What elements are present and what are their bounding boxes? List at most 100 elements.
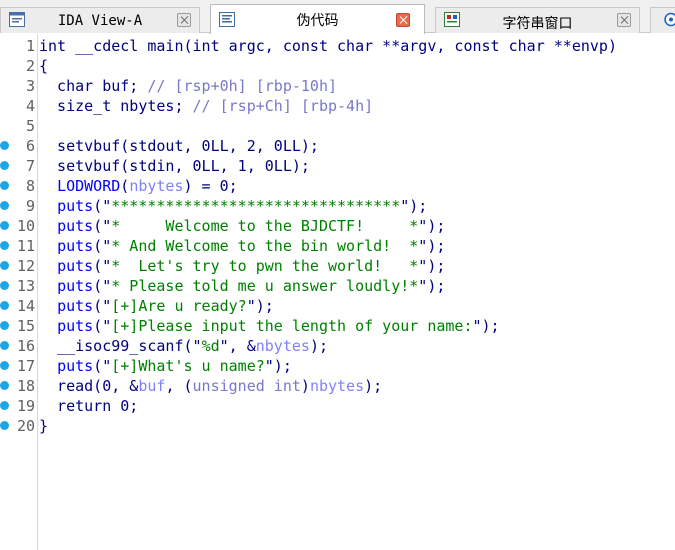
code-line[interactable]: 20} (0, 416, 675, 436)
code-text: puts("[+]Are u ready?"); (39, 296, 274, 316)
code-text: { (39, 56, 48, 76)
code-line[interactable]: 18 read(0, &buf, (unsigned int)nbytes); (0, 376, 675, 396)
code-text: } (39, 416, 48, 436)
code-token: "); (246, 297, 274, 315)
code-token: int __cdecl main(int argc, const char **… (39, 37, 617, 55)
code-line[interactable]: 5 (0, 116, 675, 136)
code-token: { (39, 57, 49, 75)
code-token: (" (93, 317, 112, 335)
code-line[interactable]: 2{ (0, 56, 675, 76)
tab-pseudocode[interactable]: 伪代码 (210, 4, 425, 34)
code-line[interactable]: 17 puts("[+]What's u name?"); (0, 356, 675, 376)
tab-label: IDA View-A (57, 13, 143, 29)
code-text: puts("[+]Please input the length of your… (39, 316, 500, 336)
code-line[interactable]: 19 return 0; (0, 396, 675, 416)
code-token: read(0, & (39, 377, 139, 395)
code-token: (" (93, 357, 112, 375)
line-number: 20 (16, 417, 35, 435)
code-token: * Welcome to the BJDCTF! * (111, 217, 419, 235)
code-text: setvbuf(stdin, 0LL, 1, 0LL); (39, 156, 310, 176)
code-token: nbytes (309, 377, 365, 395)
code-text: setvbuf(stdout, 0LL, 2, 0LL); (39, 136, 319, 156)
line-number: 17 (16, 357, 35, 375)
tab-label: 字符串窗口 (502, 16, 573, 32)
code-line[interactable]: 6 setvbuf(stdout, 0LL, 2, 0LL); (0, 136, 675, 156)
code-token: ) (300, 377, 310, 395)
tab-ida-view-a[interactable]: IDA View-A (0, 7, 200, 33)
code-token: size_t nbytes; (39, 97, 193, 115)
pseudocode-editor[interactable]: 1 int __cdecl main(int argc, const char *… (0, 34, 675, 550)
code-text: puts("* Welcome to the BJDCTF! *"); (39, 216, 445, 236)
code-token: ); (364, 377, 383, 395)
line-number: 16 (16, 337, 35, 355)
code-token: "); (418, 277, 446, 295)
code-token: char buf; (39, 77, 148, 95)
code-token: (" (93, 237, 112, 255)
code-token: [+]Please input the length of your name: (111, 317, 473, 335)
code-token: ); (309, 337, 328, 355)
code-line[interactable]: 13 puts("* Please told me u answer loudl… (0, 276, 675, 296)
code-token: unsigned int (192, 377, 301, 395)
code-line[interactable]: 9 puts("********************************… (0, 196, 675, 216)
code-token: ******************************** (111, 197, 401, 215)
code-token: LODWORD (57, 177, 121, 195)
code-token: "); (418, 237, 446, 255)
code-line[interactable]: 11 puts("* And Welcome to the bin world!… (0, 236, 675, 256)
line-number: 10 (16, 217, 35, 235)
tab-overflow[interactable] (650, 7, 675, 33)
line-number: 18 (16, 377, 35, 395)
line-number: 7 (25, 157, 35, 175)
code-line[interactable]: 16 __isoc99_scanf("%d", &nbytes); (0, 336, 675, 356)
code-line[interactable]: 12 puts("* Let's try to pwn the world! *… (0, 256, 675, 276)
code-token: * Please told me u answer loudly!* (111, 277, 419, 295)
code-token: "); (472, 317, 500, 335)
line-number: 11 (16, 237, 35, 255)
code-text: puts("[+]What's u name?"); (39, 356, 292, 376)
code-line[interactable]: 7 setvbuf(stdin, 0LL, 1, 0LL); (0, 156, 675, 176)
code-text: puts("* Please told me u answer loudly!*… (39, 276, 445, 296)
code-line[interactable]: 10 puts("* Welcome to the BJDCTF! *"); (0, 216, 675, 236)
code-text: puts("* And Welcome to the bin world! *"… (39, 236, 445, 256)
code-token: [+]What's u name? (111, 357, 265, 375)
code-line[interactable]: 3 char buf; // [rsp+0h] [rbp-10h] (0, 76, 675, 96)
code-token: , ( (165, 377, 193, 395)
code-token: [+]Are u ready? (111, 297, 247, 315)
close-icon[interactable] (617, 13, 631, 27)
code-token: "); (400, 197, 428, 215)
code-token: nbytes (255, 337, 310, 355)
line-number: 3 (25, 77, 35, 95)
code-text: __isoc99_scanf("%d", &nbytes); (39, 336, 328, 356)
code-line[interactable]: 14 puts("[+]Are u ready?"); (0, 296, 675, 316)
code-token: (" (93, 257, 112, 275)
code-line[interactable]: 4 size_t nbytes; // [rsp+Ch] [rbp-4h] (0, 96, 675, 116)
code-text: read(0, &buf, (unsigned int)nbytes); (39, 376, 382, 396)
code-token: (" (93, 297, 112, 315)
code-token: (" (93, 197, 112, 215)
code-token: * And Welcome to the bin world! * (111, 237, 419, 255)
tab-strings-window[interactable]: 字符串窗口 (435, 7, 640, 33)
code-line[interactable]: 15 puts("[+]Please input the length of y… (0, 316, 675, 336)
code-token: puts (57, 357, 94, 375)
code-token: puts (57, 277, 94, 295)
code-token: ( (120, 177, 130, 195)
close-icon[interactable] (177, 13, 191, 27)
code-token: return 0; (39, 397, 139, 415)
line-number: 14 (16, 297, 35, 315)
code-text: size_t nbytes; // [rsp+Ch] [rbp-4h] (39, 96, 373, 116)
close-icon[interactable] (396, 13, 410, 27)
code-line[interactable]: 1 int __cdecl main(int argc, const char *… (0, 36, 675, 56)
line-number: 5 (25, 117, 35, 135)
line-number: 19 (16, 397, 35, 415)
tab-label: 伪代码 (296, 13, 339, 29)
code-token: puts (57, 297, 94, 315)
code-token: buf (138, 377, 166, 395)
code-token: puts (57, 237, 94, 255)
code-line[interactable]: 8 LODWORD(nbytes) = 0; (0, 176, 675, 196)
hex-view-icon (663, 12, 675, 27)
code-token: %d (201, 337, 220, 355)
